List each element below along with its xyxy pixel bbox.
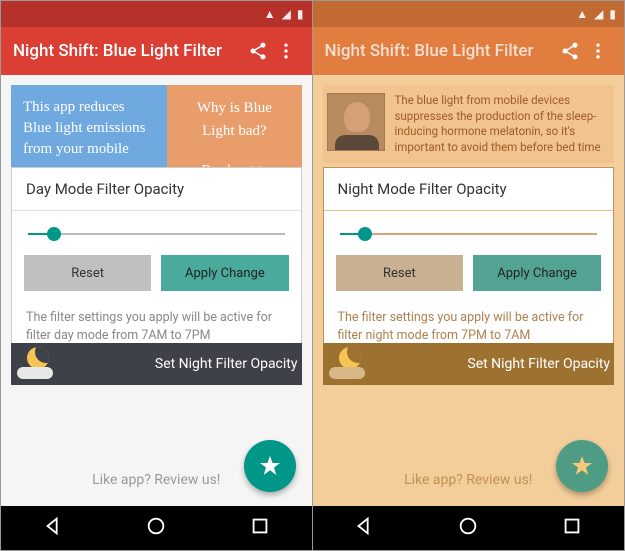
recent-icon[interactable] (249, 515, 271, 541)
signal-icon: ◢ (282, 7, 291, 21)
wifi-icon: ▲ (264, 7, 276, 21)
app-title: Night Shift: Blue Light Filter (325, 41, 557, 61)
opacity-card: Day Mode Filter Opacity Reset Apply Chan… (11, 167, 302, 359)
reset-button[interactable]: Reset (24, 255, 151, 291)
night-filter-bar[interactable]: Set Night Filter Opacity (323, 343, 615, 385)
share-icon[interactable] (556, 41, 584, 62)
reset-button[interactable]: Reset (336, 255, 464, 291)
back-icon[interactable] (353, 515, 375, 541)
battery-icon: ▮ (609, 7, 616, 21)
signal-icon: ◢ (594, 7, 603, 21)
night-bar-label: Set Night Filter Opacity (467, 356, 610, 372)
share-icon[interactable] (244, 41, 272, 62)
wifi-icon: ▲ (576, 7, 588, 21)
apply-button[interactable]: Apply Change (161, 255, 288, 291)
info-question: Why is Blue Light bad? (179, 97, 289, 142)
opacity-card: Night Mode Filter Opacity Reset Apply Ch… (323, 167, 615, 359)
card-title: Day Mode Filter Opacity (12, 168, 301, 211)
overflow-menu-icon[interactable] (272, 41, 300, 62)
app-title: Night Shift: Blue Light Filter (13, 41, 244, 61)
apply-button[interactable]: Apply Change (473, 255, 601, 291)
opacity-slider[interactable] (340, 233, 598, 235)
favorite-fab[interactable] (244, 440, 296, 492)
home-icon[interactable] (457, 515, 479, 541)
slider-thumb[interactable] (47, 227, 61, 241)
app-bar: Night Shift: Blue Light Filter (1, 27, 312, 75)
night-bar-label: Set Night Filter Opacity (155, 356, 298, 372)
opacity-slider[interactable] (28, 233, 285, 235)
cloud-icon (329, 367, 365, 379)
cloud-icon (17, 367, 53, 379)
recent-icon[interactable] (561, 515, 583, 541)
back-icon[interactable] (42, 515, 64, 541)
card-title: Night Mode Filter Opacity (324, 168, 614, 211)
favorite-fab[interactable] (556, 440, 608, 492)
nav-bar (1, 506, 312, 550)
night-filter-bar[interactable]: Set Night Filter Opacity (11, 343, 302, 385)
battery-icon: ▮ (297, 7, 304, 21)
app-bar: Night Shift: Blue Light Filter (313, 27, 625, 75)
slider-thumb[interactable] (358, 227, 372, 241)
status-bar: ▲ ◢ ▮ (1, 1, 312, 27)
home-icon[interactable] (145, 515, 167, 541)
testimonial-row: The blue light from mobile devices suppr… (323, 85, 615, 163)
nav-bar (313, 506, 625, 550)
status-bar: ▲ ◢ ▮ (313, 1, 625, 27)
overflow-menu-icon[interactable] (584, 41, 612, 62)
avatar (327, 93, 385, 151)
testimonial-text: The blue light from mobile devices suppr… (395, 93, 611, 155)
